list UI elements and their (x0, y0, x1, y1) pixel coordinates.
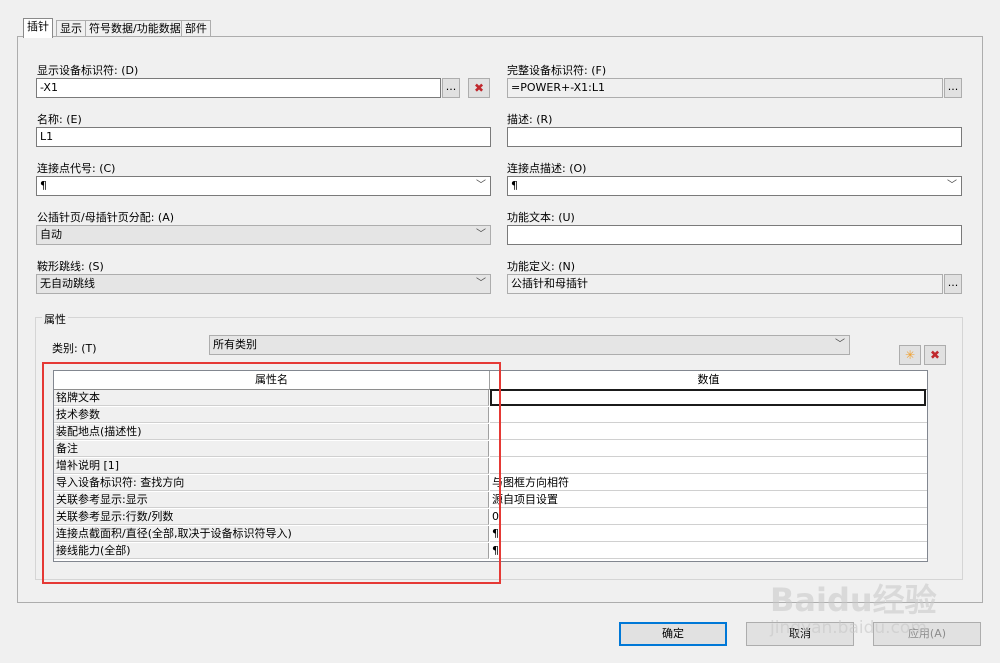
property-value-cell[interactable] (490, 407, 927, 423)
property-value-cell[interactable]: 与图框方向相符 (490, 475, 927, 491)
property-value-cell[interactable]: ¶ (490, 543, 927, 559)
description-label: 描述: (R) (507, 113, 553, 126)
name-input[interactable]: L1 (36, 127, 491, 147)
page-assignment-combo[interactable]: 自动 ﹀ (36, 225, 491, 245)
connection-description-value: ¶ (511, 179, 518, 192)
jumper-combo[interactable]: 无自动跳线 ﹀ (36, 274, 491, 294)
page-assignment-label: 公插针页/母插针页分配: (A) (37, 211, 175, 224)
properties-group-title: 属性 (42, 311, 68, 327)
watermark-logo: Baidu经验 (770, 581, 937, 619)
jumper-value: 无自动跳线 (40, 277, 95, 290)
function-definition-label: 功能定义: (N) (507, 260, 576, 273)
jumper-label: 鞍形跳线: (S) (37, 260, 104, 273)
tab-symbol-function-data[interactable]: 符号数据/功能数据 (85, 20, 185, 37)
device-tag-input[interactable]: -X1 (36, 78, 441, 98)
new-property-button[interactable]: ✳ (899, 345, 921, 365)
new-icon: ✳ (904, 348, 916, 362)
category-value: 所有类别 (213, 338, 257, 351)
connection-code-combo[interactable]: ¶ ﹀ (36, 176, 491, 196)
category-label: 类别: (T) (52, 342, 97, 355)
function-text-input[interactable] (507, 225, 962, 245)
delete-property-button[interactable]: ✖ (924, 345, 946, 365)
page-assignment-value: 自动 (40, 228, 62, 241)
description-input[interactable] (507, 127, 962, 147)
delete-icon: ✖ (473, 81, 485, 95)
connection-code-label: 连接点代号: (C) (37, 162, 116, 175)
property-value-cell[interactable] (490, 458, 927, 474)
connection-description-label: 连接点描述: (O) (507, 162, 587, 175)
chevron-down-icon: ﹀ (476, 180, 486, 191)
full-tag-browse-button[interactable]: ... (944, 78, 962, 98)
chevron-down-icon: ﹀ (476, 229, 486, 240)
property-value-cell[interactable] (490, 441, 927, 457)
category-combo[interactable]: 所有类别 ﹀ (209, 335, 850, 355)
tab-parts[interactable]: 部件 (181, 20, 211, 37)
device-tag-label: 显示设备标识符: (D) (37, 64, 139, 77)
column-header-value[interactable]: 数值 (490, 371, 927, 390)
property-value-cell[interactable] (490, 424, 927, 440)
function-text-label: 功能文本: (U) (507, 211, 575, 224)
watermark-url: jingyan.baidu.com (770, 618, 927, 638)
chevron-down-icon: ﹀ (947, 180, 957, 191)
connection-description-combo[interactable]: ¶ ﹀ (507, 176, 962, 196)
function-definition-input[interactable]: 公插针和母插针 (507, 274, 943, 294)
highlight-box (42, 362, 501, 584)
ok-button[interactable]: 确定 (619, 622, 727, 646)
delete-icon: ✖ (929, 348, 941, 362)
chevron-down-icon: ﹀ (476, 278, 486, 289)
property-value-cell[interactable] (490, 389, 926, 406)
tab-pin[interactable]: 插针 (23, 18, 53, 38)
function-definition-browse-button[interactable]: ... (944, 274, 962, 294)
name-label: 名称: (E) (37, 113, 82, 126)
device-tag-browse-button[interactable]: ... (442, 78, 460, 98)
full-tag-label: 完整设备标识符: (F) (507, 64, 607, 77)
property-value-cell[interactable]: 0 (490, 509, 927, 525)
device-tag-delete-button[interactable]: ✖ (468, 78, 490, 98)
tab-display[interactable]: 显示 (56, 20, 86, 37)
full-tag-input[interactable]: =POWER+-X1:L1 (507, 78, 943, 98)
connection-code-value: ¶ (40, 179, 47, 192)
property-value-cell[interactable]: ¶ (490, 526, 927, 542)
chevron-down-icon: ﹀ (835, 339, 845, 350)
property-value-cell[interactable]: 源自项目设置 (490, 492, 927, 508)
